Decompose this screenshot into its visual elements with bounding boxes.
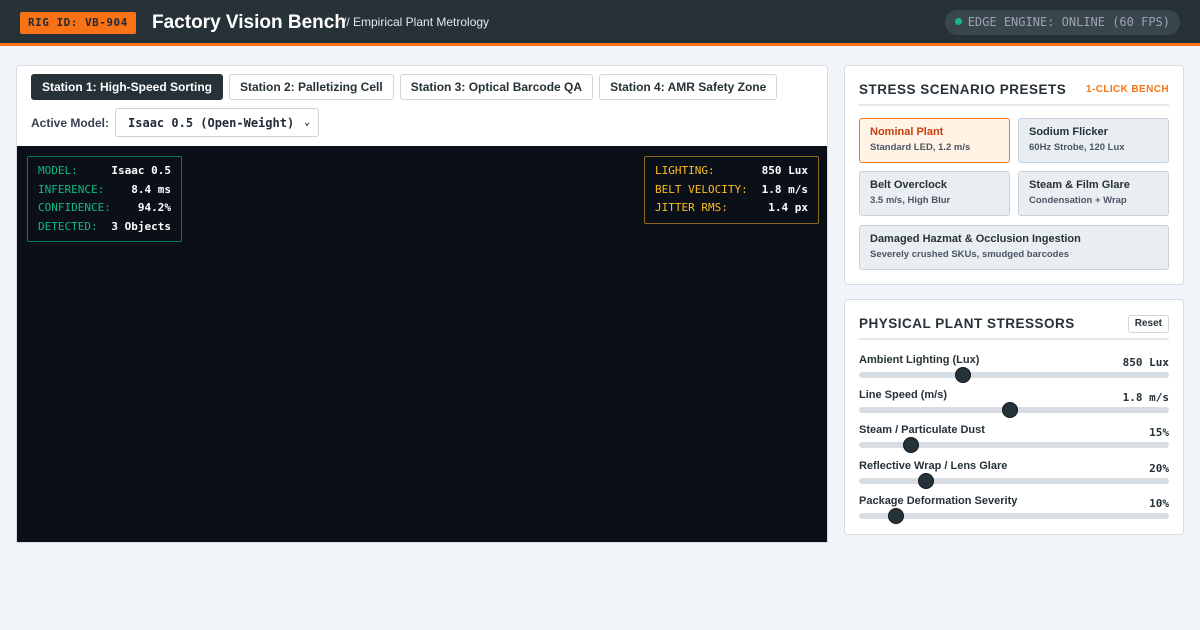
slider-value: 1.8 m/s [1122,391,1169,404]
slider-thumb[interactable] [1001,402,1018,418]
tab-station-4[interactable]: Station 4: AMR Safety Zone [599,74,778,100]
slider-thumb[interactable] [954,367,971,383]
slider-track[interactable] [859,367,1169,383]
hud-key: DETECTED: [38,219,98,233]
slider-thumb[interactable] [917,473,934,489]
slider-label: Reflective Wrap / Lens Glare [859,460,1008,472]
preset-name: Nominal Plant [870,126,944,138]
slider-value: 20% [1149,462,1169,475]
model-select-value: Isaac 0.5 (Open-Weight) [128,115,295,130]
stressors-header: PHYSICAL PLANT STRESSORS Reset [859,314,1169,340]
slider-label: Package Deformation Severity [859,495,1018,507]
hud-row: MODEL: Isaac 0.5 [38,162,171,181]
preset-nominal-plant[interactable]: Nominal Plant Standard LED, 1.2 m/s [859,118,1010,163]
tab-station-2[interactable]: Station 2: Palletizing Cell [229,74,394,100]
preset-steam-film-glare[interactable]: Steam & Film Glare Condensation + Wrap [1018,171,1169,216]
stressors-card: PHYSICAL PLANT STRESSORS Reset Ambient L… [844,299,1184,535]
slider-track[interactable] [859,437,1169,453]
slider-thumb[interactable] [888,508,905,524]
chevron-down-icon: ⌄ [303,117,311,128]
engine-status-pill: EDGE ENGINE: ONLINE (60 FPS) [944,10,1180,35]
preset-desc: Standard LED, 1.2 m/s [870,142,971,153]
preset-name: Damaged Hazmat & Occlusion Ingestion [870,233,1081,245]
slider-label: Ambient Lighting (Lux) [859,354,980,366]
hud-row: BELT VELOCITY: 1.8 m/s [655,181,808,200]
slider-ambient-lighting: Ambient Lighting (Lux) 850 Lux [859,354,1169,388]
presets-title: STRESS SCENARIO PRESETS [859,82,1067,97]
slider-track[interactable] [859,402,1169,418]
hud-row: CONFIDENCE: 94.2% [38,199,171,218]
slider-reflective-glare: Reflective Wrap / Lens Glare 20% [859,460,1169,494]
station-tabs: Station 1: High-Speed Sorting Station 2:… [31,74,778,100]
preset-belt-overclock[interactable]: Belt Overclock 3.5 m/s, High Blur [859,171,1010,216]
tab-station-3[interactable]: Station 3: Optical Barcode QA [399,74,594,100]
stressors-title: PHYSICAL PLANT STRESSORS [859,316,1075,331]
slider-track[interactable] [859,473,1169,489]
preset-desc: 60Hz Strobe, 120 Lux [1029,142,1125,153]
hud-value: 8.4 ms [131,182,171,196]
presets-card: STRESS SCENARIO PRESETS 1-CLICK BENCH No… [844,65,1184,285]
hud-row: LIGHTING: 850 Lux [655,162,808,181]
slider-line-speed: Line Speed (m/s) 1.8 m/s [859,389,1169,423]
hud-row: INFERENCE: 8.4 ms [38,181,171,200]
inference-hud: MODEL: Isaac 0.5 INFERENCE: 8.4 ms CONFIDE… [27,156,182,242]
slider-value: 10% [1149,497,1169,510]
reset-button[interactable]: Reset [1127,315,1169,333]
presets-header: STRESS SCENARIO PRESETS 1-CLICK BENCH [859,80,1169,106]
engine-status-text: EDGE ENGINE: ONLINE (60 FPS) [967,15,1170,29]
preset-desc: Severely crushed SKUs, smudged barcodes [870,249,1070,260]
hud-row: JITTER RMS: 1.4 px [655,199,808,218]
preset-damaged-hazmat[interactable]: Damaged Hazmat & Occlusion Ingestion Sev… [859,225,1169,270]
hud-value: Isaac 0.5 [111,164,171,177]
slider-steam-dust: Steam / Particulate Dust 15% [859,424,1169,458]
environment-hud: LIGHTING: 850 Lux BELT VELOCITY: 1.8 m/s J… [644,156,819,224]
station-panel: Station 1: High-Speed Sorting Station 2:… [16,65,828,543]
hud-key: BELT VELOCITY: [655,182,748,196]
preset-desc: Condensation + Wrap [1029,195,1127,206]
hud-value: 1.4 px [768,201,808,214]
app-title: Factory Vision Bench [152,12,346,33]
app-subtitle: // Empirical Plant Metrology [343,15,490,29]
active-model-label: Active Model: [31,115,110,130]
preset-name: Steam & Film Glare [1029,179,1130,191]
slider-package-deformation: Package Deformation Severity 10% [859,495,1169,529]
hud-key: MODEL: [38,164,78,177]
hud-key: CONFIDENCE: [38,201,111,214]
tab-station-1[interactable]: Station 1: High-Speed Sorting [31,74,223,100]
slider-label: Steam / Particulate Dust [859,424,985,436]
hud-key: JITTER RMS: [655,201,728,214]
slider-value: 15% [1149,426,1169,439]
preset-name: Belt Overclock [870,179,948,191]
one-click-tag: 1-CLICK BENCH [1086,84,1169,95]
preset-desc: 3.5 m/s, High Blur [870,195,951,206]
preset-sodium-flicker[interactable]: Sodium Flicker 60Hz Strobe, 120 Lux [1018,118,1169,163]
hud-value: 94.2% [137,201,171,214]
slider-value: 850 Lux [1122,356,1169,369]
hud-key: LIGHTING: [655,164,715,177]
rig-id-badge: RIG ID: VB-904 [20,12,136,34]
hud-value: 3 Objects [111,219,171,233]
hud-key: INFERENCE: [38,182,105,196]
hud-value: 1.8 m/s [761,182,808,196]
camera-viewport: MODEL: Isaac 0.5 INFERENCE: 8.4 ms CONFIDE… [17,146,827,542]
slider-label: Line Speed (m/s) [859,389,948,401]
slider-thumb[interactable] [903,437,920,453]
top-bar: RIG ID: VB-904 Factory Vision Bench // E… [0,0,1200,46]
status-dot-icon [954,18,962,25]
slider-track[interactable] [859,508,1169,524]
preset-name: Sodium Flicker [1029,126,1108,138]
hud-value: 850 Lux [761,164,808,177]
model-row: Active Model: Isaac 0.5 (Open-Weight) ⌄ [31,108,320,137]
hud-row: DETECTED: 3 Objects [38,218,171,237]
model-select[interactable]: Isaac 0.5 (Open-Weight) ⌄ [115,108,320,137]
